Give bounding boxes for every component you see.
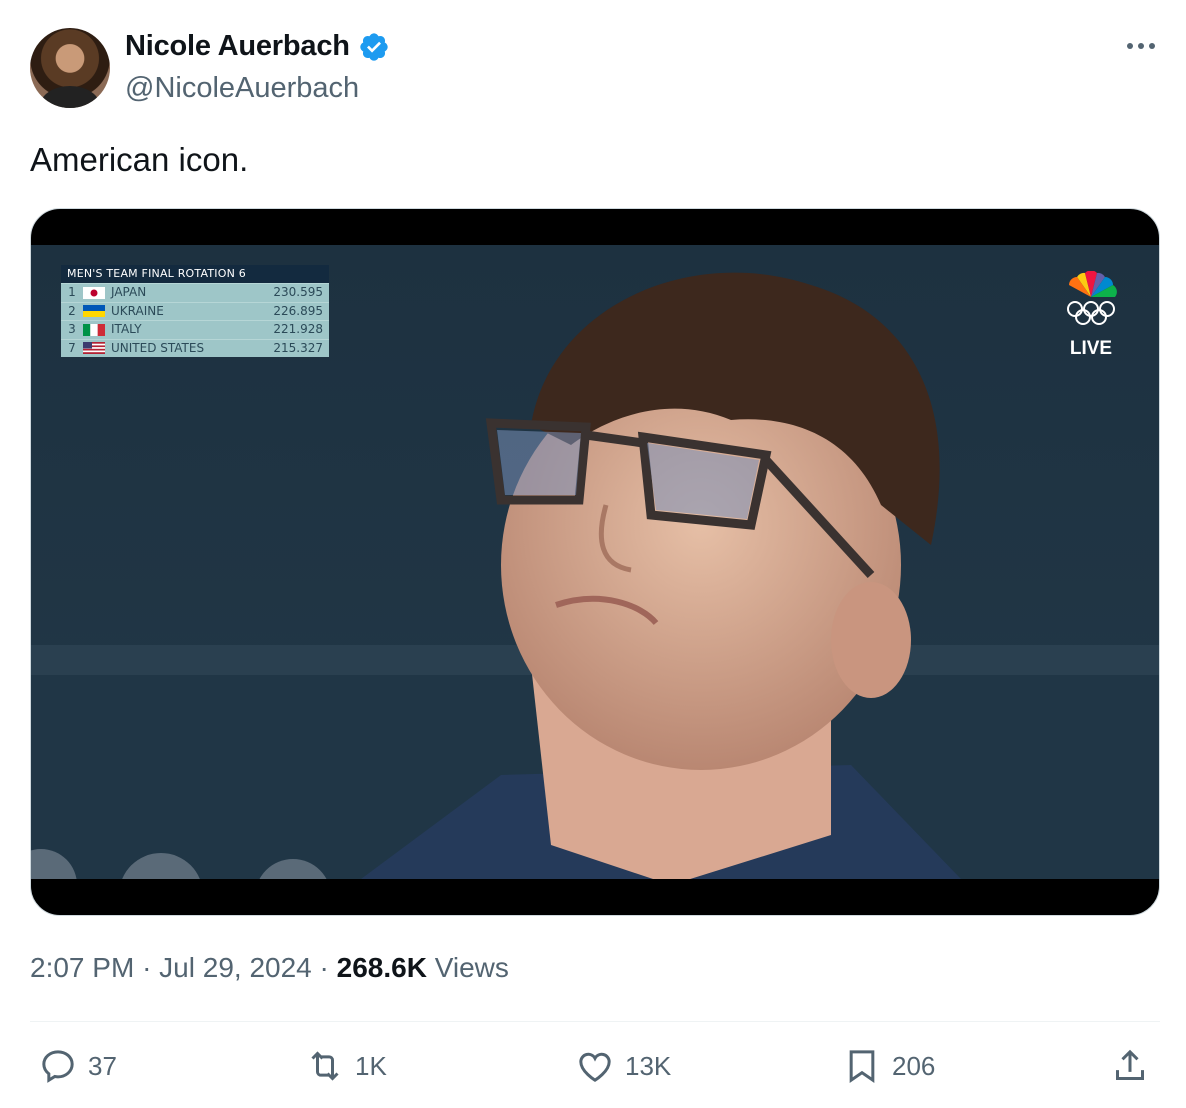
japan-flag-icon	[83, 286, 105, 299]
scoreboard-score: 215.327	[273, 340, 323, 355]
usa-flag-icon	[83, 342, 105, 355]
scoreboard-overlay: MEN'S TEAM FINAL ROTATION 6 1 JAPAN 230.…	[61, 265, 329, 357]
scoreboard-rank: 7	[68, 340, 76, 355]
author-name-text[interactable]: Nicole Auerbach	[125, 30, 350, 63]
repost-button[interactable]: 1K	[305, 1046, 387, 1086]
live-label: LIVE	[1069, 338, 1113, 359]
scoreboard-title: MEN'S TEAM FINAL ROTATION 6	[61, 265, 329, 283]
scoreboard-row: 7 UNITED STATES 215.327	[61, 338, 329, 357]
scoreboard-score: 226.895	[273, 303, 323, 318]
scoreboard-rank: 1	[68, 285, 76, 299]
reply-count: 37	[88, 1050, 117, 1081]
scoreboard-score: 221.928	[273, 322, 323, 336]
scoreboard-team: UKRAINE	[111, 303, 164, 318]
heart-icon	[579, 1052, 611, 1082]
tweet-meta: 2:07 PM · Jul 29, 2024 · 268.6K Views	[30, 952, 509, 984]
scoreboard-team: ITALY	[111, 322, 142, 336]
scoreboard-rank: 2	[68, 303, 76, 318]
share-button[interactable]	[1110, 1046, 1150, 1086]
like-count: 13K	[625, 1050, 672, 1081]
italy-flag-icon	[83, 323, 105, 336]
meta-separator: ·	[142, 952, 160, 983]
like-button[interactable]: 13K	[575, 1046, 671, 1086]
divider	[30, 1021, 1160, 1022]
bookmark-icon	[849, 1050, 875, 1084]
tweet-media[interactable]: MEN'S TEAM FINAL ROTATION 6 1 JAPAN 230.…	[30, 208, 1160, 916]
tweet-time[interactable]: 2:07 PM	[30, 952, 134, 983]
author-handle[interactable]: @NicoleAuerbach	[125, 72, 359, 105]
repost-count: 1K	[355, 1050, 387, 1081]
bookmark-button[interactable]: 206	[842, 1046, 935, 1086]
scoreboard-team: JAPAN	[111, 285, 147, 299]
views-label: Views	[434, 952, 509, 983]
author-avatar[interactable]	[30, 28, 110, 108]
scoreboard-row: 2 UKRAINE 226.895	[61, 301, 329, 320]
peacock-olympic-rings-icon	[1067, 270, 1117, 325]
share-icon	[1116, 1049, 1144, 1080]
reply-button[interactable]: 37	[38, 1046, 117, 1086]
tweet-text: American icon.	[30, 141, 249, 178]
views-count: 268.6K	[336, 952, 427, 983]
repost-icon	[311, 1051, 339, 1081]
scoreboard-team: UNITED STATES	[111, 340, 205, 355]
more-options-icon[interactable]	[1124, 34, 1158, 58]
author-name[interactable]: Nicole Auerbach	[125, 30, 390, 63]
scoreboard-score: 230.595	[273, 285, 323, 299]
network-live-badge: LIVE	[1063, 270, 1119, 360]
reply-icon	[42, 1050, 74, 1083]
scoreboard-row: 1 JAPAN 230.595	[61, 283, 329, 302]
meta-separator: ·	[319, 952, 337, 983]
scoreboard-row: 3 ITALY 221.928	[61, 320, 329, 339]
scoreboard-rank: 3	[68, 322, 76, 336]
ukraine-flag-icon	[83, 305, 105, 318]
action-bar: 37 1K 13K 206	[0, 1046, 1186, 1096]
bookmark-count: 206	[892, 1050, 936, 1081]
tweet-date[interactable]: Jul 29, 2024	[159, 952, 312, 983]
verified-badge-icon	[360, 32, 388, 61]
